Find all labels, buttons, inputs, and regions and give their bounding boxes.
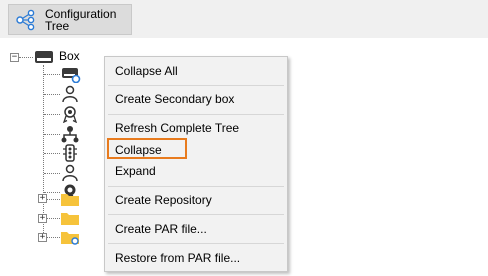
box-icon xyxy=(35,51,53,63)
hierarchy-icon[interactable] xyxy=(61,125,79,143)
tree-connector xyxy=(19,57,33,58)
folder-expand-toggle[interactable]: + xyxy=(38,233,47,242)
tree-connector xyxy=(44,173,60,174)
badge-icon[interactable] xyxy=(61,105,79,123)
tree-connector xyxy=(44,192,60,193)
tree-connector xyxy=(43,65,44,237)
tree-connector xyxy=(47,218,60,219)
server-settings-icon[interactable] xyxy=(61,65,81,83)
tree-connector xyxy=(44,114,60,115)
menu-separator xyxy=(108,114,284,115)
menu-item-create-secondary-box[interactable]: Create Secondary box xyxy=(114,89,234,109)
traffic-light-icon[interactable] xyxy=(61,144,79,162)
tree-connector xyxy=(47,237,60,238)
menu-separator xyxy=(108,85,284,86)
toolbar: Configuration Tree xyxy=(0,0,488,38)
folder-settings-icon[interactable] xyxy=(60,229,80,245)
configuration-tree-button[interactable]: Configuration Tree xyxy=(8,4,132,35)
tree-connector xyxy=(44,134,60,135)
root-collapse-toggle[interactable]: − xyxy=(10,53,19,62)
menu-separator xyxy=(108,214,284,215)
folder-icon[interactable] xyxy=(60,191,80,207)
tree-connector xyxy=(44,74,60,75)
menu-item-refresh-complete-tree[interactable]: Refresh Complete Tree xyxy=(114,118,239,138)
configuration-tree-label-line2: Tree xyxy=(45,19,70,33)
configuration-tree-label: Configuration Tree xyxy=(45,8,129,32)
user-icon[interactable] xyxy=(61,164,79,182)
menu-separator xyxy=(108,243,284,244)
folder-expand-toggle[interactable]: + xyxy=(38,194,47,203)
folder-icon[interactable] xyxy=(60,210,80,226)
menu-item-collapse-all[interactable]: Collapse All xyxy=(114,61,178,81)
menu-item-restore-from-par-file[interactable]: Restore from PAR file... xyxy=(114,248,240,268)
tree-connector xyxy=(44,153,60,154)
menu-separator xyxy=(108,186,284,187)
tree-connector xyxy=(44,94,60,95)
menu-item-expand[interactable]: Expand xyxy=(114,161,156,181)
tree-connector xyxy=(47,199,60,200)
menu-item-collapse[interactable]: Collapse xyxy=(114,140,162,160)
tree-root-label[interactable]: Box xyxy=(59,49,80,63)
menu-item-create-repository[interactable]: Create Repository xyxy=(114,190,212,210)
tree-network-icon xyxy=(16,9,35,31)
folder-expand-toggle[interactable]: + xyxy=(38,214,47,223)
user-icon[interactable] xyxy=(61,85,79,103)
menu-item-create-par-file[interactable]: Create PAR file... xyxy=(114,219,207,239)
context-menu: Collapse All Create Secondary box Refres… xyxy=(104,56,288,272)
